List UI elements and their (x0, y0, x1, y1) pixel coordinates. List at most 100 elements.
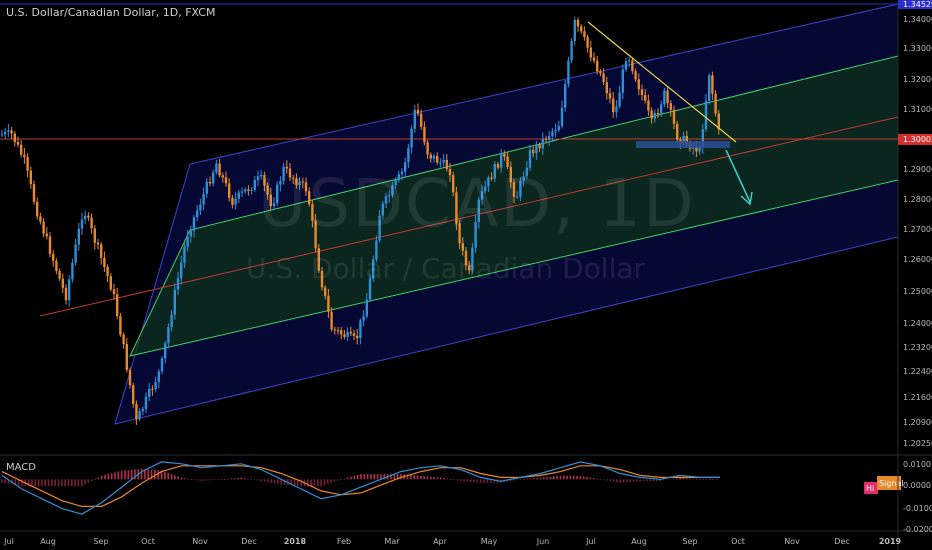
macd-histogram-bar (602, 479, 605, 480)
macd-histogram-bar (164, 471, 166, 480)
macd-histogram-bar (104, 474, 106, 480)
macd-histogram-bar (313, 479, 316, 487)
macd-histogram-bar (340, 479, 342, 480)
macd-histogram-bar (71, 479, 73, 487)
candle-body (544, 138, 548, 140)
time-axis-label: 2019 (879, 537, 902, 546)
time-axis-label: Sep (93, 537, 108, 546)
macd-histogram-bar (200, 479, 203, 482)
candle-body (557, 126, 560, 130)
candle-body (215, 163, 218, 173)
candle-body (676, 123, 679, 140)
time-axis-label: 2018 (284, 537, 307, 546)
macd-histogram-bar (323, 479, 326, 486)
macd-histogram-bar (54, 479, 56, 487)
macd-histogram-bar (184, 478, 186, 480)
macd-histogram-bar (293, 479, 296, 486)
candle-body (170, 314, 173, 328)
candle-body (176, 278, 180, 290)
macd-histogram-bar (273, 479, 276, 484)
candle-body (592, 57, 596, 61)
macd-histogram-bar (649, 479, 651, 482)
macd-histogram-bar (516, 479, 519, 480)
candle-body (128, 369, 132, 386)
candle-body (640, 89, 644, 95)
candle-body (186, 236, 189, 247)
macd-histogram-bar (715, 479, 718, 480)
macd-histogram-bar (579, 475, 582, 480)
macd-histogram-bar (523, 479, 525, 480)
macd-histogram-bar (167, 472, 170, 480)
candle-body (618, 92, 621, 107)
time-axis-label: Jul (3, 537, 14, 546)
candle-body (621, 69, 624, 93)
candle-body (413, 109, 416, 129)
macd-histogram-bar (533, 478, 535, 480)
macd-histogram-bar (94, 479, 96, 480)
macd-histogram-bar (51, 479, 53, 487)
time-axis-label: May (481, 537, 498, 546)
price-axis-label: 1.33000 (903, 44, 932, 53)
macd-histogram-bar (709, 479, 711, 480)
macd-histogram-bar (110, 473, 113, 480)
price-axis-label: 1.28000 (903, 195, 932, 204)
candle-body (608, 93, 612, 99)
candle-body (125, 344, 128, 370)
price-axis-label: 1.24000 (903, 319, 932, 328)
candle-body (157, 371, 160, 382)
candle-body (144, 396, 148, 409)
time-axis-label: Aug (631, 537, 647, 546)
candle-body (218, 163, 221, 176)
candle-body (160, 358, 164, 372)
candle-body (0, 134, 4, 136)
macd-histogram-bar (44, 479, 47, 487)
candle-body (704, 100, 708, 130)
candle-body (80, 219, 84, 229)
macd-histogram-bar (77, 479, 80, 487)
candle-body (442, 159, 445, 163)
macd-histogram-bar (459, 479, 462, 482)
macd-histogram-bar (124, 470, 126, 480)
macd-histogram-bar (277, 479, 279, 484)
candle-body (196, 210, 199, 218)
macd-histogram-bar (174, 475, 176, 480)
candle-body (535, 144, 538, 154)
macd-histogram-bar (662, 479, 665, 481)
candle-body (202, 193, 205, 205)
candle-body (551, 131, 554, 137)
candle-body (138, 411, 141, 419)
macd-histogram-bar (486, 479, 489, 483)
macd-histogram-bar (230, 478, 233, 480)
macd-histogram-bar (247, 478, 249, 480)
candle-body (436, 155, 439, 163)
macd-histogram-bar (526, 478, 529, 480)
macd-histogram-bar (233, 478, 236, 480)
macd-histogram-bar (363, 474, 366, 480)
candle-body (90, 217, 93, 229)
macd-histogram-bar (436, 477, 439, 480)
macd-histogram-bar (100, 475, 103, 480)
macd-histogram-bar (483, 479, 485, 483)
candle-body (183, 246, 186, 263)
candle-body (16, 142, 20, 145)
candle-body (628, 60, 631, 62)
candle-body (423, 126, 426, 143)
macd-histogram-bar (346, 477, 349, 480)
candle-body (653, 113, 656, 119)
candle-body (48, 236, 52, 255)
macd-histogram-bar (652, 479, 655, 482)
candle-body (602, 73, 605, 83)
macd-histogram-bar (612, 479, 615, 482)
time-axis-label: Nov (192, 537, 208, 546)
macd-histogram-bar (536, 477, 538, 480)
candle-body (180, 262, 183, 279)
macd-histogram-bar (353, 475, 356, 480)
candle-body (74, 244, 77, 263)
candle-body (205, 181, 208, 194)
candle-body (362, 316, 365, 321)
candle-body (135, 403, 138, 419)
macd-histogram-bar (316, 479, 319, 487)
candle-body (647, 100, 650, 111)
histogram-tag-label: Hi (866, 484, 874, 493)
macd-histogram-bar (223, 479, 226, 480)
